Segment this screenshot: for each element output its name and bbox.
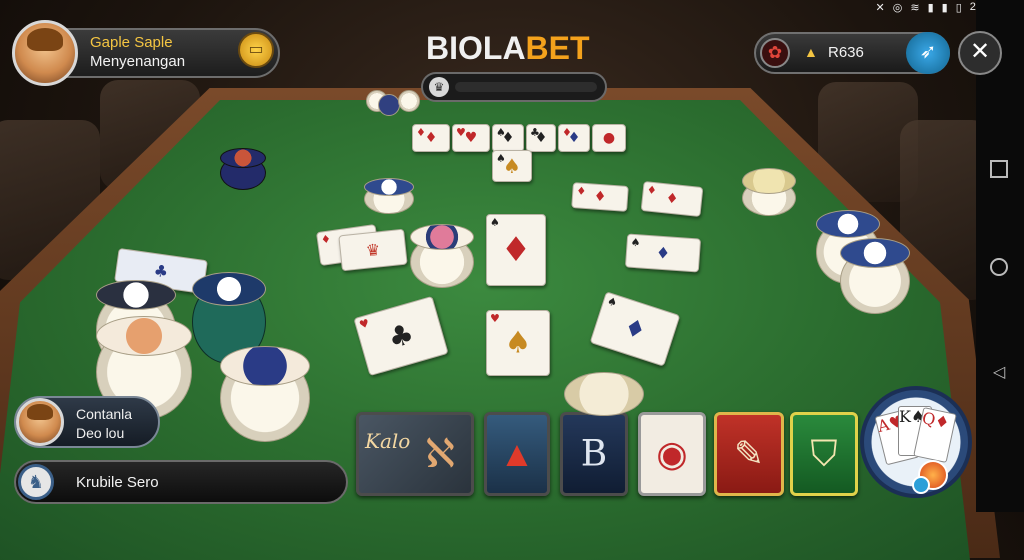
top-progress-bar: ♛ [421, 72, 607, 102]
chat-bar[interactable]: ♞ Krubile Sero [14, 460, 348, 504]
hand-tile-3[interactable]: B [560, 412, 628, 496]
hand-tile-2[interactable]: ▲ [484, 412, 550, 496]
chip-stack-far-left [220, 148, 266, 194]
info-badge-icon [912, 476, 930, 494]
hand-tile-1[interactable]: Kalo ℵ [356, 412, 474, 496]
mute-icon: ✕ [875, 1, 885, 14]
hand-tile-6[interactable]: ⛉ [790, 412, 858, 496]
battery-icon: ▯ [955, 1, 962, 14]
deck-button[interactable]: A♥ K♠ Q♦ [860, 386, 972, 498]
player-avatar-bottom[interactable] [16, 398, 64, 446]
balance-amount: R636 [828, 44, 864, 61]
table-card: ♛ [338, 228, 408, 272]
table-card: ♥ ♥ [452, 124, 490, 152]
b-letter-art-icon: B [580, 433, 608, 475]
feather-art-icon: ✎ [733, 433, 765, 474]
chip-stack-right [816, 210, 916, 314]
player-bottom-line-1: Contanla [76, 406, 133, 422]
table-card: ● [592, 124, 626, 152]
bird-icon[interactable]: ➶ [906, 32, 950, 74]
table-card: ♦♦ [571, 182, 629, 212]
signal-icon: ▮ [941, 1, 948, 14]
table-card-center: ♠ ♦ [486, 214, 546, 286]
close-button[interactable]: ✕ [958, 31, 1002, 75]
back-icon[interactable]: ◁ [990, 364, 1008, 382]
flower-icon[interactable]: ✿ [760, 38, 790, 68]
chat-text: Krubile Sero [76, 474, 159, 491]
coin-icon: ▲ [804, 44, 818, 60]
hand-tile-4[interactable]: ◉ [638, 412, 706, 496]
player-bottom-line-2: Deo lou [76, 425, 125, 441]
chip-stack-right-top [742, 168, 796, 218]
brand-logo: BIOLABET [426, 30, 590, 67]
android-nav-bar: ◁ [976, 0, 1024, 512]
chess-knight-icon[interactable]: ♞ [18, 464, 54, 500]
table-card: ♠ ♠ [492, 150, 532, 182]
logo-part-1: BIOLA [426, 30, 526, 66]
recent-apps-icon[interactable] [990, 160, 1008, 178]
chip-stack-left-upper [364, 178, 416, 214]
player-name: Gaple Saple [90, 34, 173, 51]
triangle-art-icon: ▲ [499, 433, 535, 474]
alarm-icon: ◎ [892, 1, 903, 14]
trophy-icon: ♛ [429, 77, 449, 97]
hand-tile-1-label: Kalo [365, 429, 411, 453]
player-status: Menyenangan [90, 53, 186, 70]
table-card: ♣ ♦ [526, 124, 556, 152]
bell-art-icon: ⛉ [810, 432, 838, 474]
calligraphy-art-icon: ℵ [425, 432, 455, 476]
home-icon[interactable] [990, 258, 1008, 276]
chip-stack-top-center [366, 88, 422, 116]
table-card: ♦♦ [412, 124, 450, 152]
hand-tile-5[interactable]: ✎ [714, 412, 784, 496]
chip-stack-center [410, 224, 476, 290]
table-card: ♠ ♦ [624, 233, 702, 273]
table-card: ♦♦ [558, 124, 590, 152]
red-circle-art-icon: ◉ [656, 433, 688, 474]
table-card: ♦♦ [640, 180, 704, 218]
wifi-icon: ≋ [910, 1, 920, 14]
progress-track [455, 82, 597, 92]
logo-part-2: BET [525, 30, 590, 66]
player-avatar-top[interactable] [12, 20, 78, 86]
table-card: ♥ ♠ [486, 310, 550, 376]
close-icon: ✕ [969, 38, 991, 65]
signal-icon: ▮ [927, 1, 934, 14]
coin-button[interactable]: ▭ [238, 32, 274, 68]
table-card: ♠ ♦ [492, 124, 524, 152]
balance-pill[interactable]: ✿ ▲ R636 ➶ [754, 32, 950, 74]
